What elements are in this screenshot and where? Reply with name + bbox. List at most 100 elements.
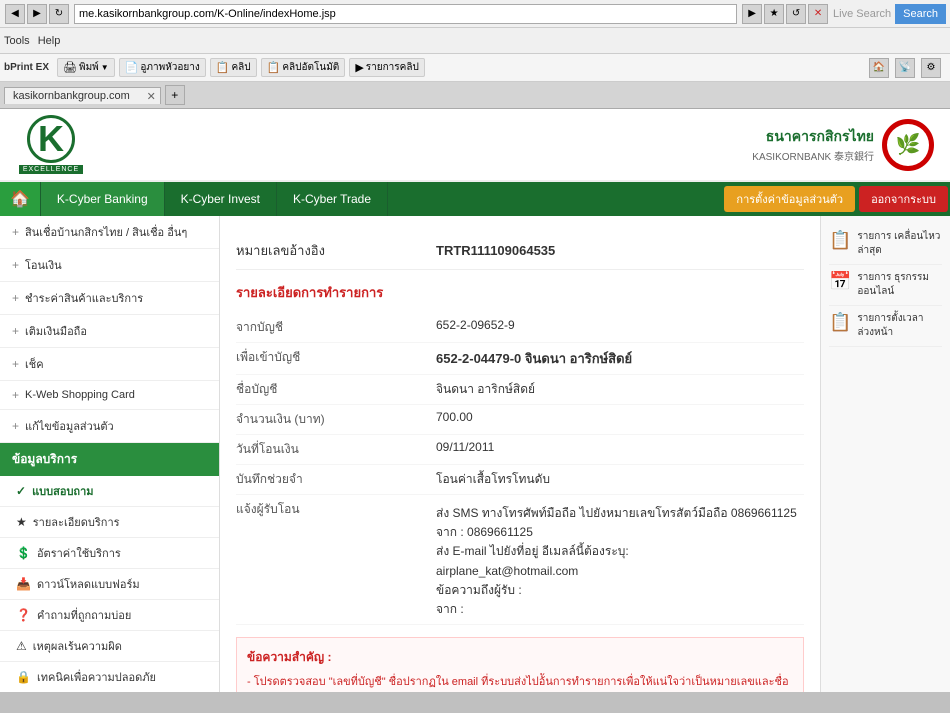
print-icon: 🖨 bbox=[63, 61, 77, 74]
detail-amount-label: จำนวนเงิน (บาท) bbox=[236, 410, 436, 429]
stop-button[interactable]: ✕ bbox=[808, 4, 828, 24]
sms-line-1: ส่ง SMS ทางโทรศัพท์มือถือ ไปยังหมายเลขโท… bbox=[436, 504, 797, 523]
favorites-button[interactable]: ★ bbox=[764, 4, 784, 24]
detail-row-name: ชื่อบัญชี จินดนา อาริกษ์สิดย์ bbox=[236, 375, 804, 405]
plus-icon: + bbox=[12, 419, 19, 433]
bank-name-english: KASIKORNBANK 泰京銀行 bbox=[752, 148, 874, 163]
sidebar-sub-reason[interactable]: ⚠ เหตุผลเร้นความผิด bbox=[0, 631, 219, 662]
detail-amount-value: 700.00 bbox=[436, 410, 804, 429]
bookmark-header[interactable]: 📄 อูภาพหัวอยาง bbox=[119, 58, 206, 77]
sidebar-item-edit-label: แก้ไขข้อมูลส่วนตัว bbox=[25, 417, 114, 435]
bank-logo-circle: 🌿 bbox=[882, 119, 934, 171]
sidebar: + สินเชื่อบ้านกสิกรไทย / สินเชื่อ อื่นๆ … bbox=[0, 216, 220, 692]
calendar-icon: 📅 bbox=[829, 271, 851, 292]
section-title: รายละเอียดการทำรายการ bbox=[236, 282, 804, 303]
back-button[interactable]: ◀ bbox=[5, 4, 25, 24]
right-sidebar: 📋 รายการ เคลื่อนไหวล่าสุด 📅 รายการ ธุรกร… bbox=[820, 216, 950, 692]
tab-label: kasikornbankgroup.com bbox=[13, 90, 130, 102]
browser-tab[interactable]: kasikornbankgroup.com ✕ bbox=[4, 87, 161, 104]
right-sidebar-item-3[interactable]: 📋 รายการตั้งเวลา ล่วงหน้า bbox=[829, 306, 942, 347]
sidebar-item-shopping-label: K-Web Shopping Card bbox=[25, 389, 135, 401]
k-letter: K bbox=[27, 115, 75, 163]
sms-line-5: ข้อความถึงผู้รับ : bbox=[436, 581, 797, 600]
dollar-icon: 💲 bbox=[16, 546, 31, 560]
bookmark-clip[interactable]: 📋 คลิป bbox=[210, 58, 257, 77]
right-sidebar-text-3: รายการตั้งเวลา ล่วงหน้า bbox=[857, 312, 942, 340]
sidebar-sub-survey[interactable]: ✓ แบบสอบถาม bbox=[0, 476, 219, 507]
download-icon: 📥 bbox=[16, 577, 31, 591]
address-bar[interactable] bbox=[74, 4, 737, 24]
toolbar-help[interactable]: Help bbox=[38, 35, 61, 47]
sidebar-item-check[interactable]: + เช็ค bbox=[0, 348, 219, 381]
detail-table: จากบัญชี 652-2-09652-9 เพื่อเข้าบัญชี 65… bbox=[236, 313, 804, 625]
sidebar-item-payment[interactable]: + ชำระค่าสินค้าและบริการ bbox=[0, 282, 219, 315]
sms-line-4: airplane_kat@hotmail.com bbox=[436, 562, 797, 581]
sidebar-item-check-label: เช็ค bbox=[25, 355, 44, 373]
tab-bar: kasikornbankgroup.com ✕ + bbox=[0, 82, 950, 108]
search-button-top[interactable]: Search bbox=[895, 4, 946, 24]
sidebar-item-shopping[interactable]: + K-Web Shopping Card bbox=[0, 381, 219, 410]
auto-clip-icon: 📋 bbox=[267, 61, 281, 74]
nav-home-button[interactable]: 🏠 bbox=[0, 182, 41, 216]
plus-icon: + bbox=[12, 357, 19, 371]
detail-to-label: เพื่อเข้าบัญชี bbox=[236, 348, 436, 369]
detail-date-value: 09/11/2011 bbox=[436, 440, 804, 459]
right-sidebar-item-1[interactable]: 📋 รายการ เคลื่อนไหวล่าสุด bbox=[829, 224, 942, 265]
leaf-icon: 🌿 bbox=[896, 132, 921, 157]
refresh-button2[interactable]: ↺ bbox=[786, 4, 806, 24]
forward-button[interactable]: ▶ bbox=[27, 4, 47, 24]
sidebar-sub-faq[interactable]: ❓ คำถามที่ถูกถามบ่อย bbox=[0, 600, 219, 631]
warning-icon: ⚠ bbox=[16, 639, 27, 653]
browser-chrome: ◀ ▶ ↻ ▶ ★ ↺ ✕ Live Search Search Tools H… bbox=[0, 0, 950, 109]
star-icon: ★ bbox=[16, 515, 27, 529]
bookmark-clip-list[interactable]: ▶ รายการคลิป bbox=[349, 58, 425, 77]
bank-logo-inner: 🌿 bbox=[887, 124, 929, 166]
nav-cyber-banking[interactable]: K-Cyber Banking bbox=[41, 182, 165, 216]
tab-close-icon[interactable]: ✕ bbox=[147, 90, 156, 103]
browser-nav-icons: 🏠 📡 ⚙ bbox=[868, 58, 946, 78]
bookmark-clip-list-label: รายการคลิป bbox=[366, 60, 419, 75]
sidebar-sub-download-label: ดาวน์โหลดแบบฟอร์ม bbox=[37, 575, 140, 593]
detail-memo-label: บันทึกช่วยจำ bbox=[236, 470, 436, 489]
sms-line-3: ส่ง E-mail ไปยังที่อยู่ อีเมลล์นี้ต้องระ… bbox=[436, 542, 797, 561]
bookmark-print[interactable]: 🖨 พิมพ์ ▼ bbox=[57, 58, 115, 77]
ref-label: หมายเลขอ้างอิง bbox=[236, 240, 436, 261]
nav-logout-button[interactable]: ออกจากระบบ bbox=[859, 186, 948, 212]
content-area: หมายเลขอ้างอิง TRTR111109064535 รายละเอี… bbox=[220, 216, 820, 692]
right-sidebar-item-2[interactable]: 📅 รายการ ธุรกรรมออนไลน์ bbox=[829, 265, 942, 306]
doc-icon: 📄 bbox=[125, 61, 139, 74]
faq-icon: ❓ bbox=[16, 608, 31, 622]
nav-cyber-trade[interactable]: K-Cyber Trade bbox=[277, 182, 388, 216]
sidebar-sub-download[interactable]: 📥 ดาวน์โหลดแบบฟอร์ม bbox=[0, 569, 219, 600]
nav-settings-button[interactable]: การตั้งค่าข้อมูลส่วนตัว bbox=[724, 186, 855, 212]
right-sidebar-text-1: รายการ เคลื่อนไหวล่าสุด bbox=[857, 230, 942, 258]
detail-date-label: วันที่โอนเงิน bbox=[236, 440, 436, 459]
sidebar-sub-security[interactable]: 🔒 เทคนิคเพื่อความปลอดภัย bbox=[0, 662, 219, 692]
detail-from-label: จากบัญชี bbox=[236, 318, 436, 337]
sidebar-sub-faq-label: คำถามที่ถูกถามบ่อย bbox=[37, 606, 131, 624]
detail-row-amount: จำนวนเงิน (บาท) 700.00 bbox=[236, 405, 804, 435]
refresh-button[interactable]: ↻ bbox=[49, 4, 69, 24]
sidebar-item-topup[interactable]: + เติมเงินมือถือ bbox=[0, 315, 219, 348]
sidebar-item-loan-label: สินเชื่อบ้านกสิกรไทย / สินเชื่อ อื่นๆ bbox=[25, 223, 187, 241]
detail-to-value: 652-2-04479-0 จินดนา อาริกษ์สิดย์ bbox=[436, 348, 804, 369]
home-nav-icon[interactable]: 🏠 bbox=[869, 58, 889, 78]
list-icon: 📋 bbox=[829, 312, 851, 333]
sidebar-item-payment-label: ชำระค่าสินค้าและบริการ bbox=[25, 289, 143, 307]
sidebar-sub-rate[interactable]: 💲 อัตราค่าใช้บริการ bbox=[0, 538, 219, 569]
sidebar-sub-detail[interactable]: ★ รายละเอียดบริการ bbox=[0, 507, 219, 538]
rss-icon[interactable]: 📡 bbox=[895, 58, 915, 78]
go-button[interactable]: ▶ bbox=[742, 4, 762, 24]
nav-cyber-invest[interactable]: K-Cyber Invest bbox=[165, 182, 277, 216]
settings-icon[interactable]: ⚙ bbox=[921, 58, 941, 78]
detail-row-to: เพื่อเข้าบัญชี 652-2-04479-0 จินดนา อาริ… bbox=[236, 343, 804, 375]
sidebar-item-edit-info[interactable]: + แก้ไขข้อมูลส่วนตัว bbox=[0, 410, 219, 443]
sidebar-item-transfer[interactable]: + โอนเงิน bbox=[0, 249, 219, 282]
toolbar-tools[interactable]: Tools bbox=[4, 35, 30, 47]
clip-icon: 📋 bbox=[216, 61, 230, 74]
detail-row-memo: บันทึกช่วยจำ โอนค่าเสื้อโทรโทนดับ bbox=[236, 465, 804, 495]
detail-row-date: วันที่โอนเงิน 09/11/2011 bbox=[236, 435, 804, 465]
bookmark-auto-clip[interactable]: 📋 คลิปอัตโนมัติ bbox=[261, 58, 346, 77]
sidebar-item-loan[interactable]: + สินเชื่อบ้านกสิกรไทย / สินเชื่อ อื่นๆ bbox=[0, 216, 219, 249]
new-tab-button[interactable]: + bbox=[165, 85, 185, 105]
